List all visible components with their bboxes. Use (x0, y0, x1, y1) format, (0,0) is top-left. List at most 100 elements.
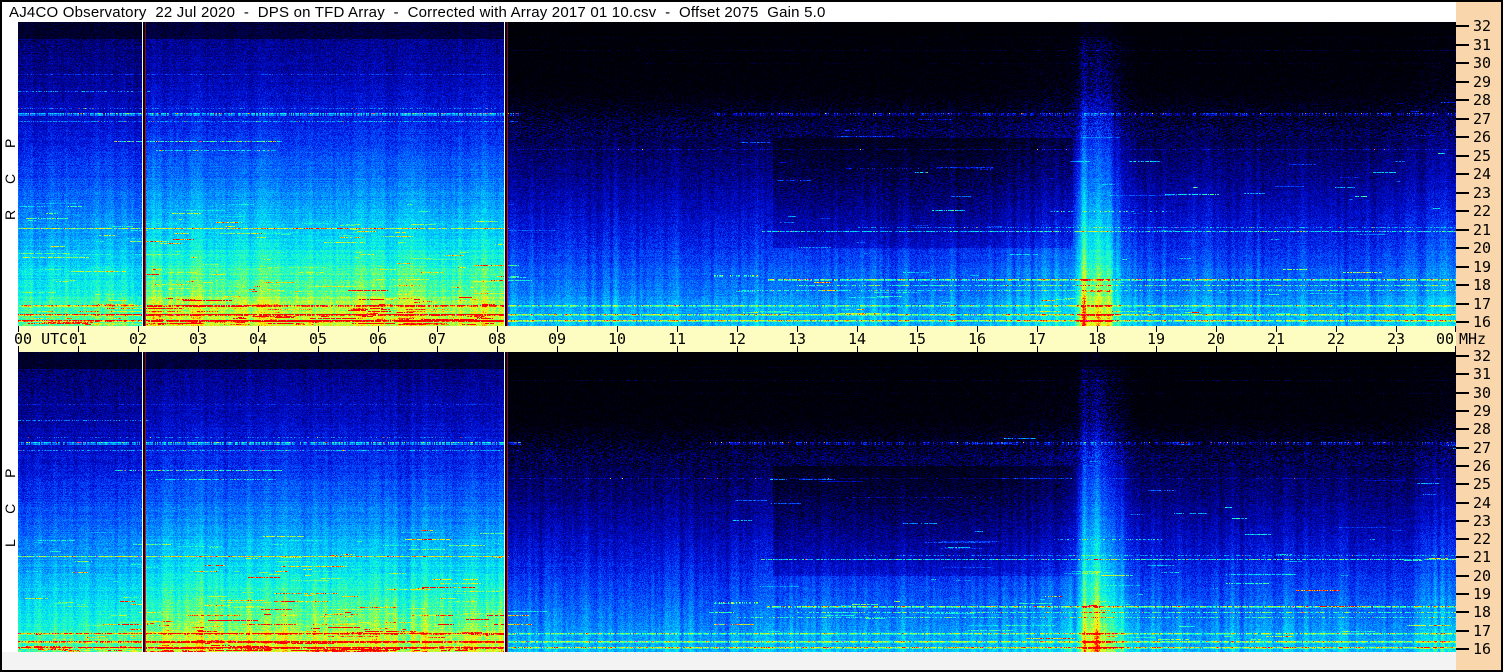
freq-label: 19 (1473, 585, 1492, 603)
hour-label: 17 (1027, 330, 1047, 348)
freq-label: 30 (1473, 384, 1492, 402)
freq-tick (1456, 428, 1469, 430)
time-axis: 00 UTC 00 01 02 03 04 05 06 07 08 09 10 11 12 13 14 15… (14, 326, 1456, 352)
spectrogram-canvas-lcp (18, 352, 1456, 652)
freq-label: 32 (1473, 347, 1492, 365)
freq-tick (1456, 630, 1469, 632)
freq-label: 16 (1473, 313, 1492, 331)
freq-tick (1456, 355, 1469, 357)
freq-tick (1456, 81, 1469, 83)
hour-label: 21 (1266, 330, 1286, 348)
freq-label: 31 (1473, 36, 1492, 54)
hour-label-last: 00 (1435, 330, 1455, 348)
hour-label: 22 (1326, 330, 1346, 348)
hour-label: 08 (487, 330, 507, 348)
freq-tick (1456, 266, 1469, 268)
app-window: AJ4CO Observatory 22 Jul 2020 - DPS on T… (0, 0, 1503, 672)
freq-label: 30 (1473, 54, 1492, 72)
freq-label: 26 (1473, 128, 1492, 146)
freq-tick (1456, 593, 1469, 595)
mhz-unit-label: MHz (1459, 330, 1487, 348)
freq-tick (1456, 373, 1469, 375)
freq-label: 22 (1473, 202, 1492, 220)
frequency-axis: MHz 32 31 30 29 28 27 26 25 24 23 22 21 20 19 18 17 16 32… (1456, 2, 1501, 670)
freq-tick (1456, 247, 1469, 249)
hour-label: 09 (547, 330, 567, 348)
hour-label: 02 (128, 330, 148, 348)
hour-label: 20 (1206, 330, 1226, 348)
lcp-label: L C P (2, 457, 18, 547)
spectrogram-canvas-rcp (18, 22, 1456, 326)
freq-label: 25 (1473, 147, 1492, 165)
hour-tick (18, 326, 19, 332)
hour-label: 14 (847, 330, 867, 348)
freq-tick (1456, 118, 1469, 120)
freq-tick (1456, 136, 1469, 138)
freq-tick (1456, 611, 1469, 613)
freq-label: 18 (1473, 603, 1492, 621)
freq-label: 24 (1473, 165, 1492, 183)
freq-tick (1456, 192, 1469, 194)
hour-label: 01 (68, 330, 88, 348)
hour-label: 11 (667, 330, 687, 348)
freq-tick (1456, 410, 1469, 412)
freq-label: 31 (1473, 365, 1492, 383)
hour-tick (1455, 326, 1456, 332)
hour-label: 03 (188, 330, 208, 348)
freq-label: 16 (1473, 640, 1492, 658)
freq-label: 26 (1473, 457, 1492, 475)
hour-label: 15 (907, 330, 927, 348)
page-title: AJ4CO Observatory 22 Jul 2020 - DPS on T… (9, 4, 826, 21)
freq-tick (1456, 321, 1469, 323)
freq-tick (1456, 502, 1469, 504)
freq-label: 25 (1473, 475, 1492, 493)
freq-label: 27 (1473, 110, 1492, 128)
freq-tick (1456, 392, 1469, 394)
freq-tick (1456, 648, 1469, 650)
freq-label: 22 (1473, 530, 1492, 548)
freq-label: 20 (1473, 239, 1492, 257)
freq-label: 23 (1473, 512, 1492, 530)
freq-tick (1456, 447, 1469, 449)
freq-label: 32 (1473, 17, 1492, 35)
hour-label: 18 (1087, 330, 1107, 348)
freq-tick (1456, 575, 1469, 577)
hour-label: 13 (787, 330, 807, 348)
hour-label: 07 (427, 330, 447, 348)
freq-label: 29 (1473, 73, 1492, 91)
freq-tick (1456, 44, 1469, 46)
freq-label: 24 (1473, 494, 1492, 512)
freq-label: 27 (1473, 439, 1492, 457)
freq-label: 21 (1473, 221, 1492, 239)
hour-label: 12 (727, 330, 747, 348)
freq-label: 23 (1473, 184, 1492, 202)
freq-tick (1456, 210, 1469, 212)
hour-label: 04 (248, 330, 268, 348)
freq-label: 28 (1473, 91, 1492, 109)
hour-label: 05 (308, 330, 328, 348)
hour-tick (1455, 346, 1456, 352)
freq-label: 28 (1473, 420, 1492, 438)
hour-label: 16 (967, 330, 987, 348)
freq-tick (1456, 556, 1469, 558)
freq-tick (1456, 99, 1469, 101)
freq-tick (1456, 284, 1469, 286)
freq-tick (1456, 538, 1469, 540)
hour-tick (18, 346, 19, 352)
freq-label: 21 (1473, 548, 1492, 566)
freq-tick (1456, 155, 1469, 157)
hour-label: 23 (1386, 330, 1406, 348)
freq-tick (1456, 229, 1469, 231)
freq-label: 29 (1473, 402, 1492, 420)
freq-tick (1456, 173, 1469, 175)
hour-label: 10 (607, 330, 627, 348)
hour-label: 06 (368, 330, 388, 348)
freq-tick (1456, 25, 1469, 27)
hour-label: 19 (1146, 330, 1166, 348)
bottom-margin (2, 652, 1456, 670)
freq-label: 18 (1473, 276, 1492, 294)
freq-tick (1456, 465, 1469, 467)
freq-tick (1456, 483, 1469, 485)
freq-tick (1456, 62, 1469, 64)
freq-label: 19 (1473, 258, 1492, 276)
